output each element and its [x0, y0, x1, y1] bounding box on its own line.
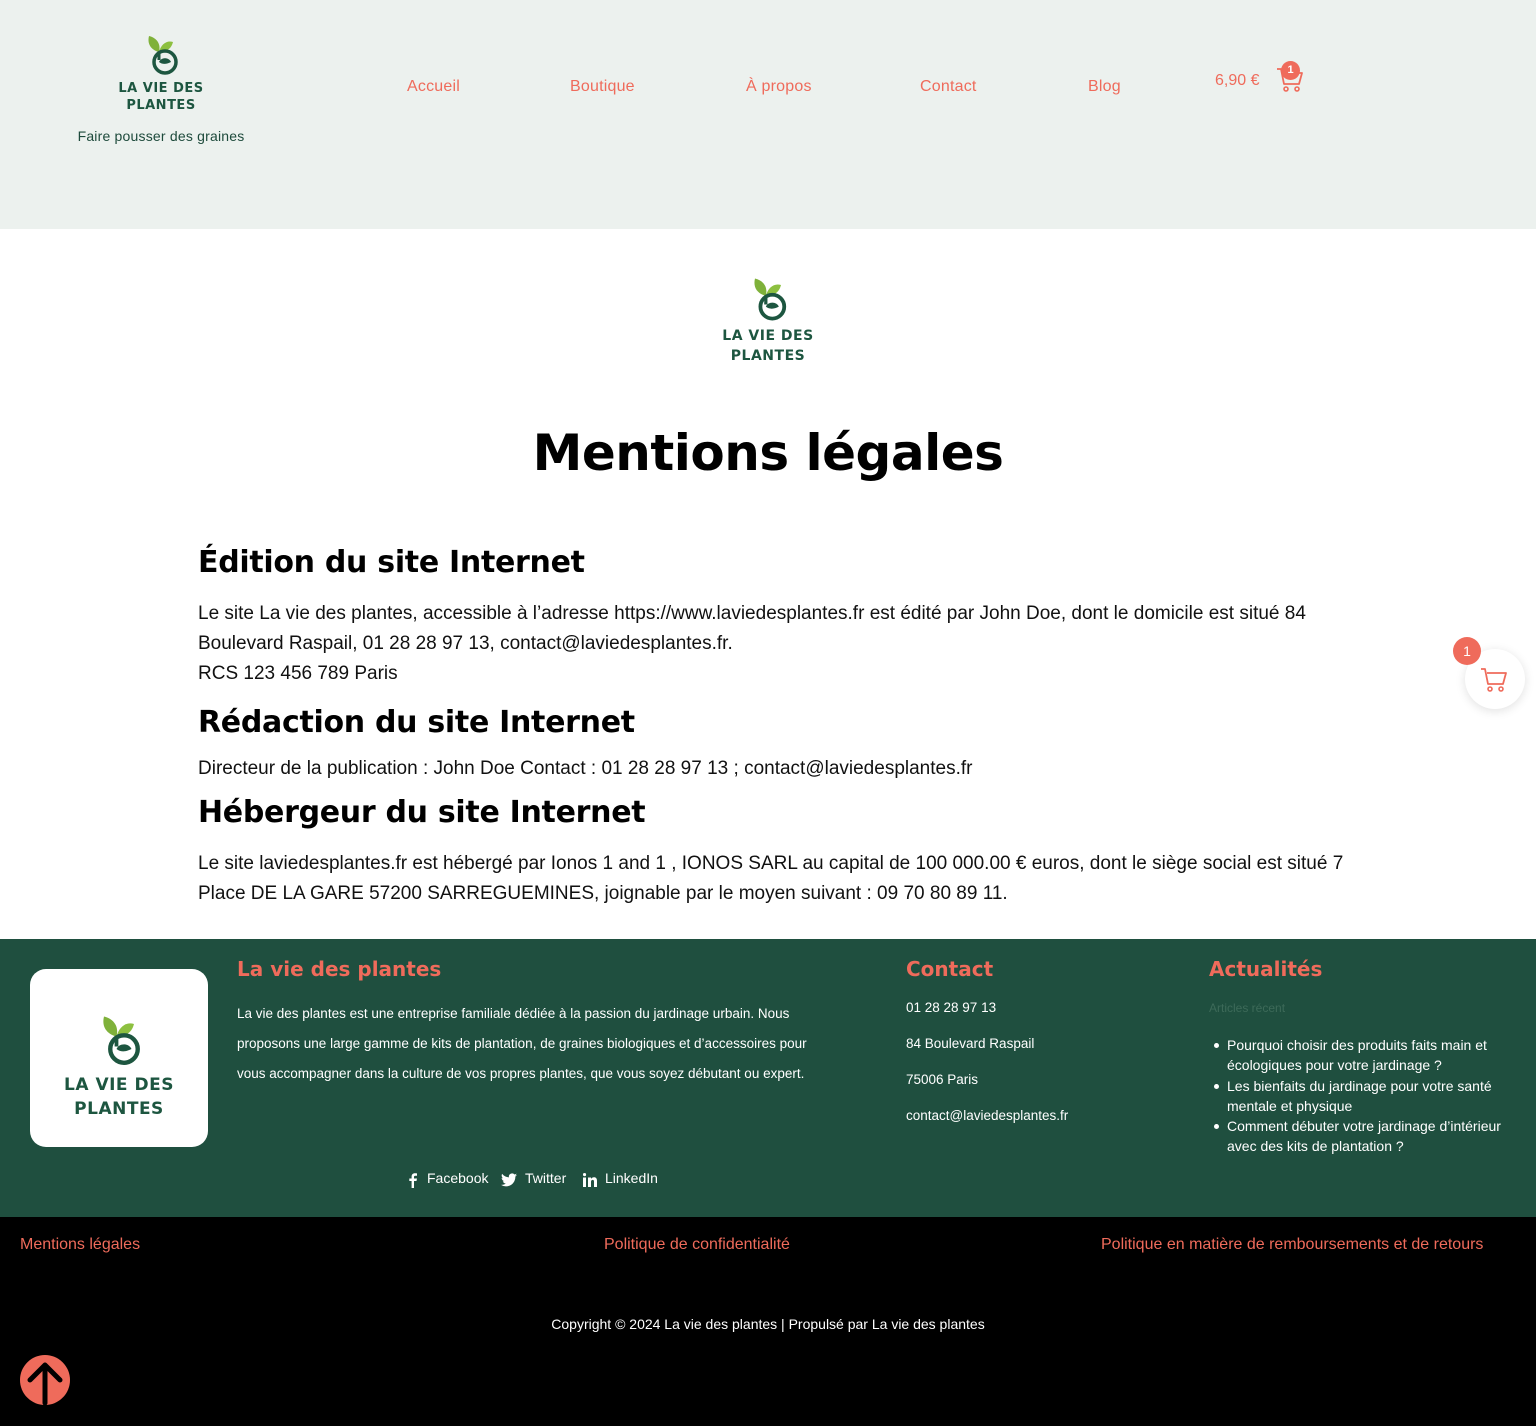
- recent-article-link[interactable]: Les bienfaits du jardinage pour votre sa…: [1209, 1076, 1519, 1116]
- recent-article-link[interactable]: Pourquoi choisir des produits faits main…: [1209, 1035, 1519, 1075]
- nav-item-accueil[interactable]: Accueil: [407, 78, 460, 96]
- content-logo: LA VIE DES PLANTES: [718, 272, 818, 366]
- floating-cart-badge: 1: [1453, 637, 1481, 665]
- logo-text: LA VIE DES PLANTES: [722, 328, 814, 364]
- section-text-hebergeur: Le site laviedesplantes.fr est hébergé p…: [198, 853, 1344, 904]
- privacy-policy-link[interactable]: Politique de confidentialité: [604, 1236, 790, 1254]
- section-text-redaction: Directeur de la publication : John Doe C…: [198, 758, 973, 779]
- logo-sprout-icon: [103, 1016, 140, 1065]
- logo-sprout-icon: [148, 36, 178, 75]
- footer-contact-title: Contact: [906, 957, 994, 981]
- footer-about-title: La vie des plantes: [237, 957, 442, 981]
- refund-policy-link[interactable]: Politique en matière de remboursements e…: [1101, 1236, 1483, 1254]
- social-twitter-label: Twitter: [525, 1170, 567, 1186]
- social-facebook-link[interactable]: Facebook: [405, 1167, 495, 1189]
- scroll-to-top-button[interactable]: [20, 1355, 70, 1406]
- logo-sprout-icon: [754, 278, 787, 321]
- social-linkedin-link[interactable]: LinkedIn: [582, 1167, 662, 1189]
- footer-contact-street: 84 Boulevard Raspail: [906, 1036, 1035, 1051]
- recent-articles-label: Articles récent: [1209, 1001, 1286, 1015]
- social-linkedin-label: LinkedIn: [605, 1170, 658, 1186]
- cart-amount: 6,90 €: [1215, 72, 1260, 89]
- site-tagline: Faire pousser des graines: [77, 128, 245, 144]
- footer-news-title: Actualités: [1209, 957, 1323, 981]
- section-heading-edition: Édition du site Internet: [198, 545, 585, 580]
- footer-contact-city: 75006 Paris: [906, 1072, 979, 1087]
- bottom-bar: Mentions légales Politique de confidenti…: [0, 1217, 1536, 1426]
- social-twitter-link[interactable]: Twitter: [501, 1167, 576, 1189]
- cart-count-badge: 1: [1281, 61, 1300, 80]
- recent-articles-list: Pourquoi choisir des produits faits main…: [1209, 1035, 1519, 1157]
- section-heading-redaction: Rédaction du site Internet: [198, 705, 635, 740]
- site-header: LA VIE DES PLANTES Faire pousser des gra…: [0, 0, 1536, 229]
- arrow-up-icon: [27, 1362, 63, 1406]
- nav-item-blog[interactable]: Blog: [1088, 78, 1121, 96]
- site-logo[interactable]: LA VIE DES PLANTES Faire pousser des gra…: [70, 30, 252, 144]
- nav-item-boutique[interactable]: Boutique: [570, 78, 635, 96]
- logo-text: LA VIE DES PLANTES: [118, 81, 204, 113]
- copyright-text: Copyright © 2024 La vie des plantes | Pr…: [551, 1316, 985, 1332]
- recent-article-link[interactable]: Comment débuter votre jardinage d’intéri…: [1209, 1116, 1519, 1156]
- twitter-icon: [501, 1173, 517, 1187]
- footer-about-text: La vie des plantes est une entreprise fa…: [237, 1006, 807, 1081]
- footer-contact-email[interactable]: contact@laviedesplantes.fr: [906, 1108, 1068, 1123]
- nav-item-a-propos[interactable]: À propos: [746, 78, 812, 96]
- nav-item-contact[interactable]: Contact: [920, 78, 977, 96]
- footer-logo[interactable]: LA VIE DES PLANTES: [30, 969, 208, 1147]
- social-facebook-label: Facebook: [427, 1170, 489, 1186]
- site-footer: LA VIE DES PLANTES La vie des plantes La…: [0, 939, 1536, 1217]
- footer-contact-phone[interactable]: 01 28 28 97 13: [906, 1000, 996, 1015]
- logo-text: LA VIE DES PLANTES: [64, 1075, 174, 1119]
- section-heading-hebergeur: Hébergeur du site Internet: [198, 795, 646, 830]
- page-title: Mentions légales: [532, 424, 1004, 482]
- section-text-edition: Le site La vie des plantes, accessible à…: [198, 603, 1306, 684]
- linkedin-icon: [583, 1173, 597, 1187]
- facebook-icon: [409, 1173, 417, 1188]
- legal-notice-link[interactable]: Mentions légales: [20, 1236, 140, 1254]
